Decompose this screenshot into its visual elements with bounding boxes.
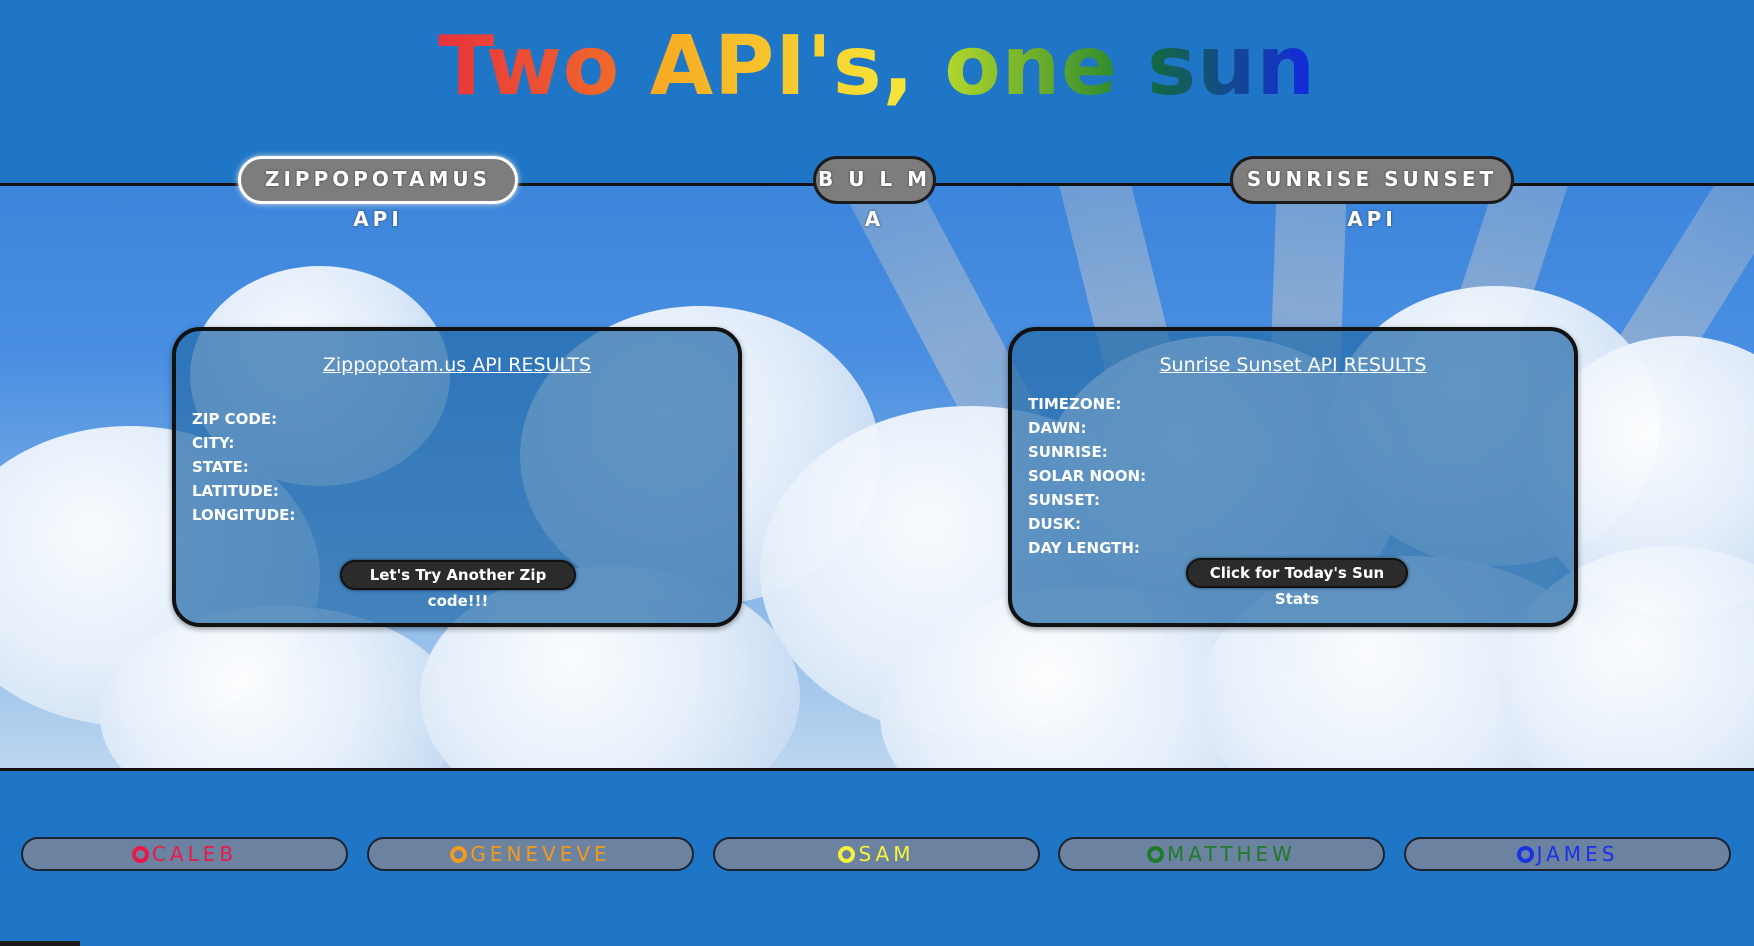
- nav-bulma[interactable]: B U L M A: [813, 156, 936, 231]
- title-word-sun: sun: [1147, 19, 1316, 114]
- nav-sunrise-sunset-api[interactable]: SUNRISE SUNSET API: [1230, 156, 1514, 231]
- sun-card-title: Sunrise Sunset API RESULTS: [1159, 354, 1427, 376]
- zip-results-card: Zippopotam.us API RESULTS ZIP CODE: CITY…: [172, 327, 742, 627]
- timezone-label: TIMEZONE:: [1028, 395, 1122, 413]
- sunset-label: SUNSET:: [1028, 491, 1100, 509]
- try-another-zip-button[interactable]: Let's Try Another Zip code!!!: [340, 560, 576, 610]
- corner-tab: [0, 941, 80, 946]
- page-title: Two API's, one sun: [0, 22, 1754, 112]
- footer-link-caleb[interactable]: CALEB: [21, 837, 348, 871]
- member-name: JAMES: [1536, 842, 1619, 866]
- dawn-label: DAWN:: [1028, 419, 1087, 437]
- zip-code-label: ZIP CODE:: [192, 410, 278, 428]
- github-icon: [450, 846, 468, 863]
- title-word-one: one: [944, 19, 1118, 114]
- member-name: MATTHEW: [1167, 842, 1296, 866]
- title-word-two: Two: [438, 19, 621, 114]
- sun-stats-button[interactable]: Click for Today's Sun Stats: [1186, 558, 1408, 608]
- hero-bottom-divider: [0, 768, 1754, 771]
- github-icon: [1147, 846, 1165, 863]
- footer-link-matthew[interactable]: MATTHEW: [1058, 837, 1385, 871]
- title-word-apis: API's,: [649, 19, 915, 114]
- member-name: GENEVEVE: [470, 842, 611, 866]
- footer-link-geneveve[interactable]: GENEVEVE: [367, 837, 694, 871]
- footer-link-sam[interactable]: SAM: [713, 837, 1040, 871]
- state-label: STATE:: [192, 458, 249, 476]
- zip-card-title: Zippopotam.us API RESULTS: [322, 354, 592, 376]
- github-icon: [1516, 846, 1534, 863]
- city-label: CITY:: [192, 434, 235, 452]
- nav-zippopotamus-api[interactable]: ZIPPOPOTAMUS API: [238, 156, 518, 231]
- member-name: SAM: [858, 842, 915, 866]
- github-icon: [131, 846, 149, 863]
- solar-noon-label: SOLAR NOON:: [1028, 467, 1147, 485]
- footer-link-james[interactable]: JAMES: [1404, 837, 1731, 871]
- github-icon: [838, 846, 856, 863]
- member-name: CALEB: [151, 842, 238, 866]
- dusk-label: DUSK:: [1028, 515, 1082, 533]
- day-length-label: DAY LENGTH:: [1028, 539, 1140, 557]
- longitude-label: LONGITUDE:: [192, 506, 296, 524]
- sun-results-card: Sunrise Sunset API RESULTS TIMEZONE: DAW…: [1008, 327, 1578, 627]
- latitude-label: LATITUDE:: [192, 482, 279, 500]
- sunrise-label: SUNRISE:: [1028, 443, 1108, 461]
